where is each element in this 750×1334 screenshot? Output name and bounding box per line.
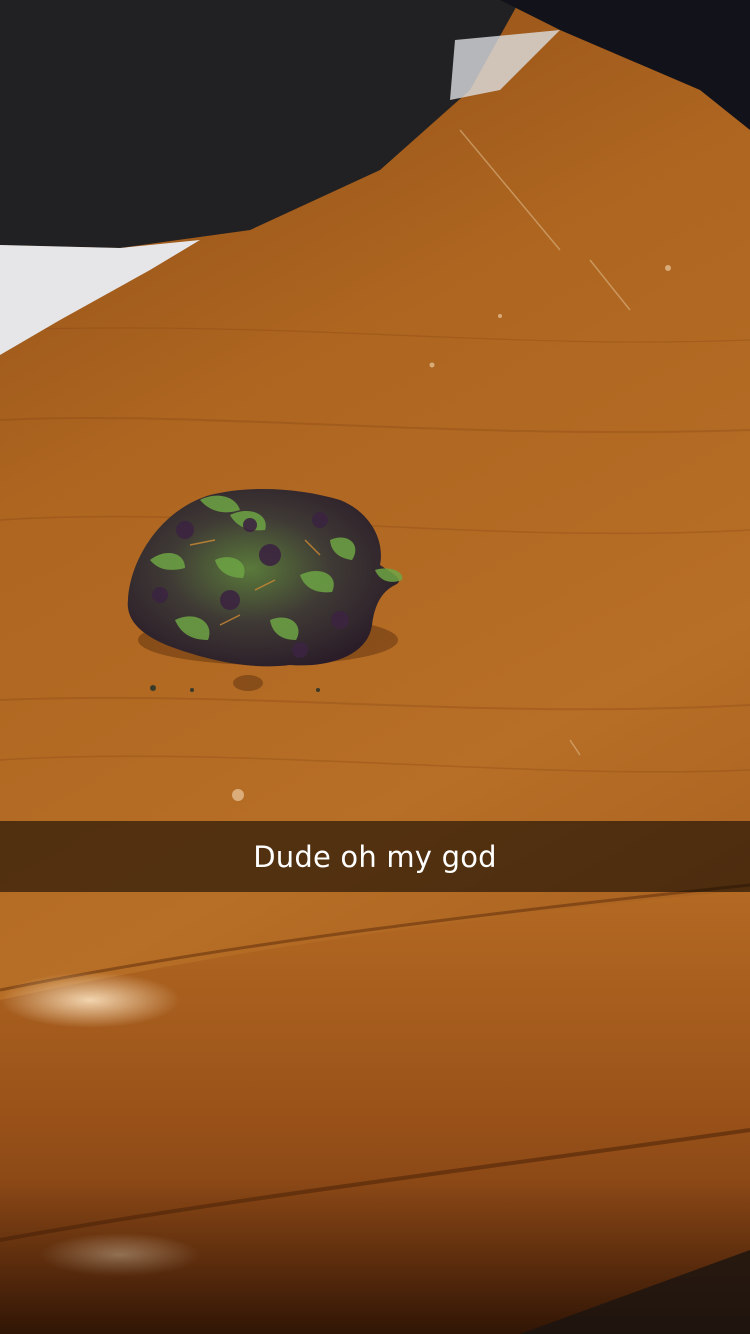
edge-glare bbox=[0, 972, 180, 1028]
snap-viewer[interactable]: Dude oh my god bbox=[0, 0, 750, 1334]
caption-bar: Dude oh my god bbox=[0, 821, 750, 892]
caption-text: Dude oh my god bbox=[253, 839, 497, 874]
photo bbox=[0, 0, 750, 1334]
